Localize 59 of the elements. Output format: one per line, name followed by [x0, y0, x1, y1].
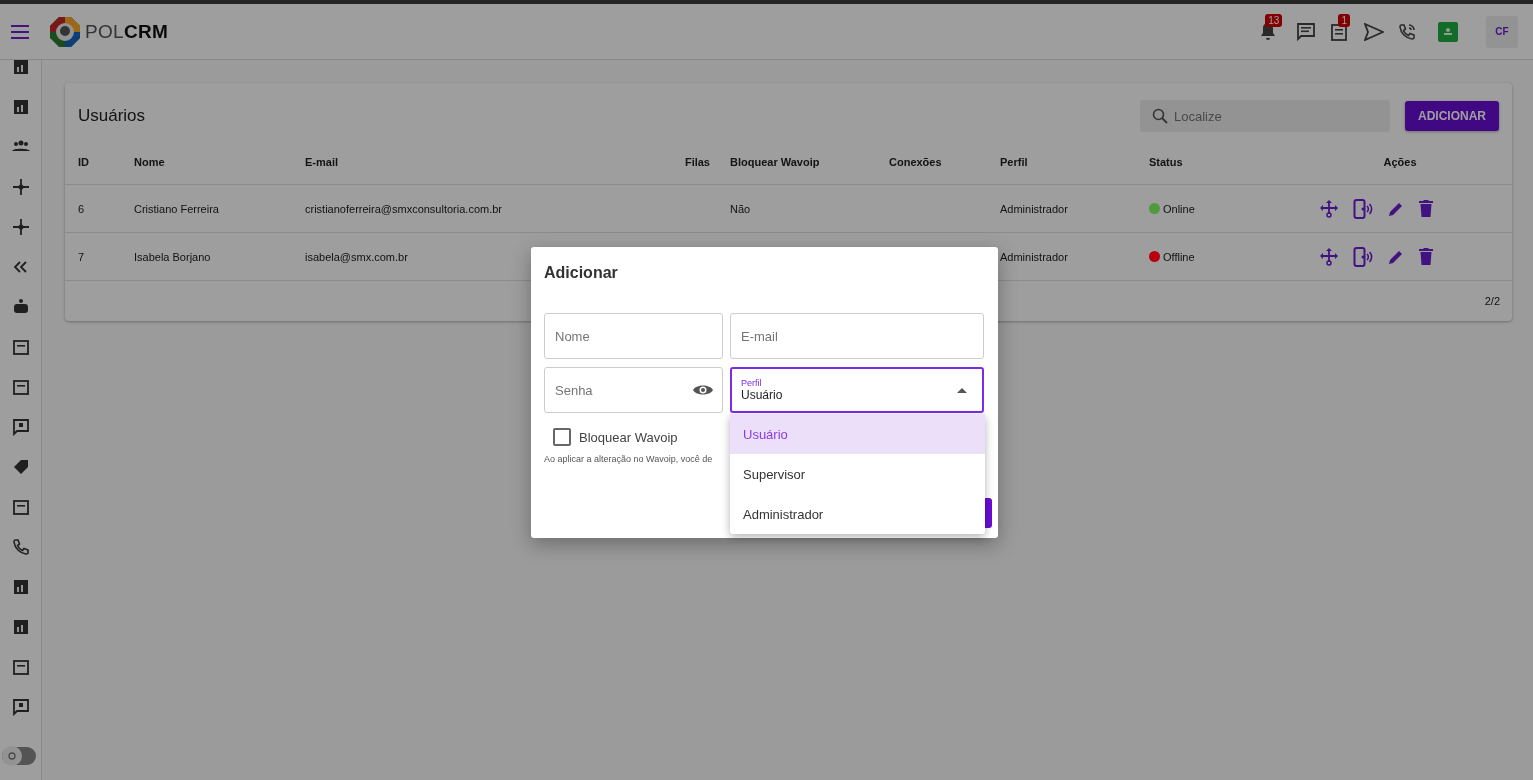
checkbox[interactable] — [553, 428, 571, 446]
note-text: Ao aplicar a alteração no Wavoip, você de — [544, 454, 714, 464]
move-icon[interactable] — [1320, 247, 1338, 266]
table-cell-text: Não — [730, 202, 752, 215]
user-avatar[interactable]: CF — [1486, 15, 1518, 48]
input-field[interactable]: E-mail — [730, 313, 984, 359]
move-icon[interactable] — [1320, 199, 1338, 218]
pagination-text: 2/2 — [1484, 295, 1500, 307]
theme-toggle[interactable] — [2, 747, 36, 765]
column-header: E-mail — [305, 156, 339, 168]
table-cell-text: 6 — [78, 202, 86, 215]
column-header: Conexões — [889, 156, 943, 168]
column-header: Bloquear Wavoip — [730, 156, 821, 168]
password-field[interactable]: Senha — [544, 367, 723, 413]
page-title: Usuários — [78, 106, 146, 126]
delete-icon[interactable] — [1419, 200, 1433, 217]
table-cell-text: cristianoferreira@smxconsultoria.com.br — [305, 202, 503, 215]
dialog-title: Adicionar — [544, 264, 619, 282]
profile-select[interactable]: Perfil Usuário — [730, 367, 984, 413]
table-cell-text: Administrador — [1000, 202, 1069, 215]
menu-option[interactable]: Usuário — [730, 414, 985, 454]
column-header: ID — [78, 156, 90, 168]
caret-icon — [957, 388, 967, 393]
phone-icon[interactable] — [11, 538, 30, 556]
column-header: Nome — [134, 156, 166, 168]
menu-option[interactable]: Supervisor — [730, 454, 985, 494]
delete-icon[interactable] — [1419, 248, 1433, 265]
add-button[interactable]: ADICIONAR — [1405, 101, 1499, 131]
logo-icon — [49, 15, 81, 48]
status-text: Offline — [1163, 250, 1195, 263]
edit-icon[interactable] — [1388, 248, 1404, 265]
chat-icon[interactable] — [1296, 21, 1317, 42]
phone-signal-icon[interactable] — [1353, 198, 1373, 219]
column-header: Filas — [683, 156, 711, 168]
table-cell-text: isabela@smx.com.br — [305, 250, 409, 263]
report-icon[interactable] — [11, 98, 30, 116]
checkbox-label: Bloquear Wavoip — [579, 429, 678, 445]
search-field[interactable]: Localize — [1140, 100, 1390, 132]
phone-signal-icon[interactable] — [1353, 246, 1373, 267]
input-field[interactable]: Nome — [544, 313, 723, 359]
column-header: Perfil — [1000, 156, 1029, 168]
status-text: Online — [1163, 202, 1195, 215]
table-cell-text: Cristiano Ferreira — [134, 202, 220, 215]
phone-icon[interactable] — [1398, 22, 1416, 41]
table-cell-text: 7 — [78, 250, 86, 263]
eye-icon[interactable] — [693, 383, 713, 397]
send-icon[interactable] — [1364, 22, 1384, 41]
logo-text: POLCRM — [85, 20, 169, 43]
menu-icon[interactable] — [11, 24, 29, 39]
menu-option[interactable]: Administrador — [730, 494, 985, 534]
table-cell-text: Isabela Borjano — [134, 250, 212, 263]
message-icon[interactable] — [11, 418, 30, 436]
task-badge: 1 — [1338, 14, 1350, 27]
edit-icon[interactable] — [1388, 200, 1404, 217]
search-icon — [1152, 108, 1168, 124]
column-header: Status — [1149, 156, 1184, 168]
notification-badge: 13 — [1265, 14, 1283, 27]
column-header: Ações — [1382, 156, 1418, 168]
table-cell-text: Administrador — [1000, 250, 1069, 263]
